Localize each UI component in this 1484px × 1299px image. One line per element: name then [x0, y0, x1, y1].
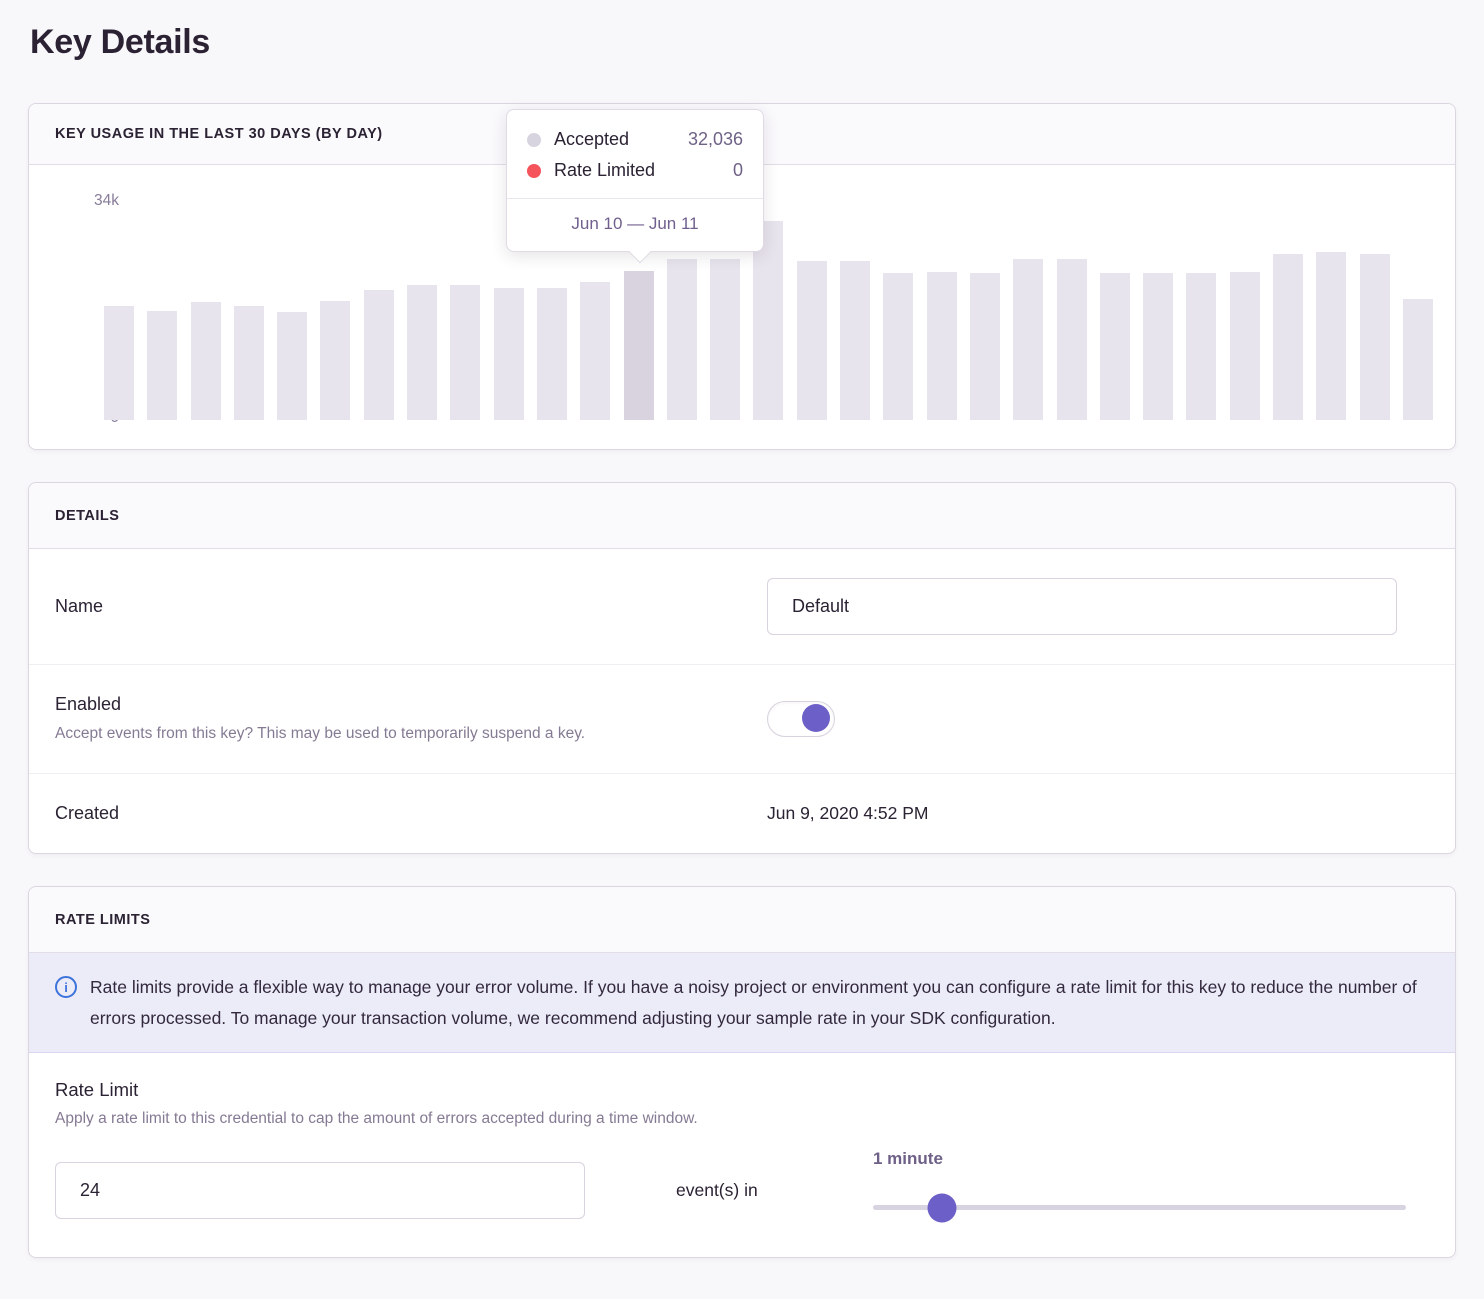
tooltip-accepted-value: 32,036: [688, 124, 743, 155]
rate-limited-dot-icon: [527, 164, 541, 178]
tooltip-row-rate-limited: Rate Limited 0: [527, 155, 743, 186]
created-row: Created Jun 9, 2020 4:52 PM: [29, 774, 1455, 853]
chart-bar[interactable]: [450, 285, 480, 420]
chart-bar[interactable]: [1230, 272, 1260, 420]
toggle-knob-icon: [802, 704, 830, 732]
info-icon: i: [55, 976, 77, 998]
rate-limits-panel-header: RATE LIMITS: [29, 887, 1455, 953]
rate-limits-alert-text: Rate limits provide a flexible way to ma…: [90, 972, 1422, 1034]
rate-limit-label: Rate Limit: [55, 1079, 1429, 1101]
chart-bar[interactable]: [104, 306, 134, 420]
page: Key Details KEY USAGE IN THE LAST 30 DAY…: [0, 0, 1484, 1258]
rate-limit-help-text: Apply a rate limit to this credential to…: [55, 1110, 1429, 1128]
chart-bar[interactable]: [234, 306, 264, 420]
chart-bar[interactable]: [364, 290, 394, 420]
slider-track[interactable]: [873, 1205, 1406, 1210]
chart-bar[interactable]: [494, 288, 524, 420]
time-window-value-label: 1 minute: [873, 1149, 1406, 1169]
chart-bar[interactable]: [537, 288, 567, 420]
tooltip-body: Accepted 32,036 Rate Limited 0: [507, 110, 763, 198]
chart-bar[interactable]: [710, 259, 740, 420]
chart-bar[interactable]: [1360, 254, 1390, 420]
created-label: Created: [55, 803, 767, 824]
chart-bar[interactable]: [970, 273, 1000, 420]
chart-bar[interactable]: [883, 273, 913, 420]
enabled-label: Enabled: [55, 694, 767, 715]
chart-bar[interactable]: [277, 312, 307, 420]
chart-bar[interactable]: [624, 271, 654, 420]
details-panel: DETAILS Name Enabled Accept events from …: [28, 482, 1456, 854]
accepted-dot-icon: [527, 133, 541, 147]
name-row: Name: [29, 549, 1455, 665]
rate-limit-count-input[interactable]: [55, 1162, 585, 1219]
chart-bar[interactable]: [797, 261, 827, 420]
rate-limit-row: Rate Limit Apply a rate limit to this cr…: [29, 1053, 1455, 1257]
chart-bar[interactable]: [580, 282, 610, 420]
chart-bar[interactable]: [1403, 299, 1433, 420]
enabled-help-text: Accept events from this key? This may be…: [55, 723, 767, 745]
tooltip-date-range: Jun 10 — Jun 11: [507, 198, 763, 251]
chart-bar[interactable]: [1273, 254, 1303, 420]
chart-bar[interactable]: [1013, 259, 1043, 420]
rate-limits-panel: RATE LIMITS i Rate limits provide a flex…: [28, 886, 1456, 1258]
chart-bar[interactable]: [407, 285, 437, 420]
chart-bar[interactable]: [667, 259, 697, 420]
chart-bar[interactable]: [840, 261, 870, 420]
tooltip-rate-limited-value: 0: [733, 155, 743, 186]
chart-bar[interactable]: [320, 301, 350, 420]
chart-bar[interactable]: [1143, 273, 1173, 420]
chart-bar[interactable]: [1057, 259, 1087, 420]
tooltip-row-accepted: Accepted 32,036: [527, 124, 743, 155]
chart-bar[interactable]: [191, 302, 221, 420]
chart-bar[interactable]: [1186, 273, 1216, 420]
slider-knob[interactable]: [928, 1193, 957, 1222]
rate-limit-controls: event(s) in 1 minute: [55, 1162, 1429, 1219]
chart-bars: [104, 221, 1433, 420]
page-title: Key Details: [28, 0, 1456, 103]
chart-bar[interactable]: [1100, 273, 1130, 420]
chart-bar[interactable]: [1316, 252, 1346, 420]
chart-bar[interactable]: [147, 311, 177, 420]
tooltip-rate-limited-label: Rate Limited: [554, 155, 655, 186]
usage-panel: KEY USAGE IN THE LAST 30 DAYS (BY DAY) 3…: [28, 103, 1456, 450]
created-value: Jun 9, 2020 4:52 PM: [767, 803, 1429, 824]
chart-tooltip: Accepted 32,036 Rate Limited 0 Jun 10 — …: [506, 109, 764, 252]
details-panel-header: DETAILS: [29, 483, 1455, 549]
name-input[interactable]: [767, 578, 1397, 635]
enabled-toggle[interactable]: [767, 701, 835, 737]
time-window-slider: 1 minute: [873, 1149, 1406, 1210]
tooltip-accepted-label: Accepted: [554, 124, 629, 155]
enabled-row: Enabled Accept events from this key? Thi…: [29, 665, 1455, 774]
rate-limits-info-alert: i Rate limits provide a flexible way to …: [29, 953, 1455, 1053]
name-label: Name: [55, 596, 767, 617]
chart-bar[interactable]: [927, 272, 957, 420]
events-in-label: event(s) in: [676, 1162, 758, 1219]
y-axis-max-label: 34k: [29, 192, 119, 210]
